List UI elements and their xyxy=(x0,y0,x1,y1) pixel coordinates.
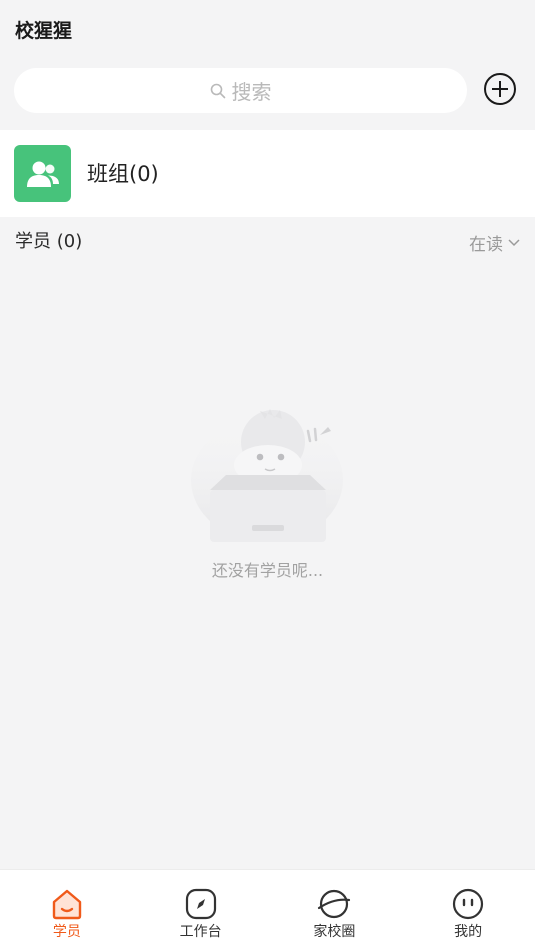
search-placeholder: 搜索 xyxy=(231,80,272,104)
students-header: 学员 (0) 在读 xyxy=(15,227,520,255)
app-title: 校猩猩 xyxy=(15,20,73,42)
add-button[interactable] xyxy=(483,72,517,106)
search-input[interactable]: 搜索 xyxy=(14,68,467,113)
face-icon xyxy=(453,888,484,920)
students-title: 学员 (0) xyxy=(15,231,83,252)
tab-mine-label: 我的 xyxy=(454,924,483,940)
tab-home-school[interactable]: 家校圈 xyxy=(268,870,402,951)
tab-mine[interactable]: 我的 xyxy=(401,870,535,951)
group-label: 班组(0) xyxy=(87,158,159,188)
tab-students-label: 学员 xyxy=(52,924,81,940)
group-entry[interactable]: 班组(0) xyxy=(0,130,535,217)
tab-workbench[interactable]: 工作台 xyxy=(134,870,268,951)
status-filter-label: 在读 xyxy=(469,235,503,255)
bottom-tab-bar: 学员 工作台 家校圈 我的 xyxy=(0,869,535,951)
search-row: 搜索 xyxy=(14,67,519,113)
tab-students[interactable]: 学员 xyxy=(0,870,134,951)
tab-workbench-label: 工作台 xyxy=(179,924,222,940)
empty-message: 还没有学员呢... xyxy=(211,561,324,580)
compass-icon xyxy=(185,888,216,920)
group-count: (0) xyxy=(129,162,159,186)
home-icon xyxy=(52,889,82,920)
group-users-icon xyxy=(14,145,71,202)
planet-icon xyxy=(318,889,351,919)
tab-home-school-label: 家校圈 xyxy=(313,924,356,940)
status-filter[interactable]: 在读 xyxy=(469,230,520,255)
empty-box-monkey-illustration xyxy=(190,405,345,545)
search-icon xyxy=(210,83,225,98)
chevron-down-icon xyxy=(508,238,520,246)
app-root: 校猩猩 搜索 班组(0) 学员 (0) 在读 还没有学员呢... 学员 工作台 … xyxy=(0,0,535,951)
plus-circle-icon xyxy=(484,73,516,105)
group-name: 班组 xyxy=(87,162,129,186)
